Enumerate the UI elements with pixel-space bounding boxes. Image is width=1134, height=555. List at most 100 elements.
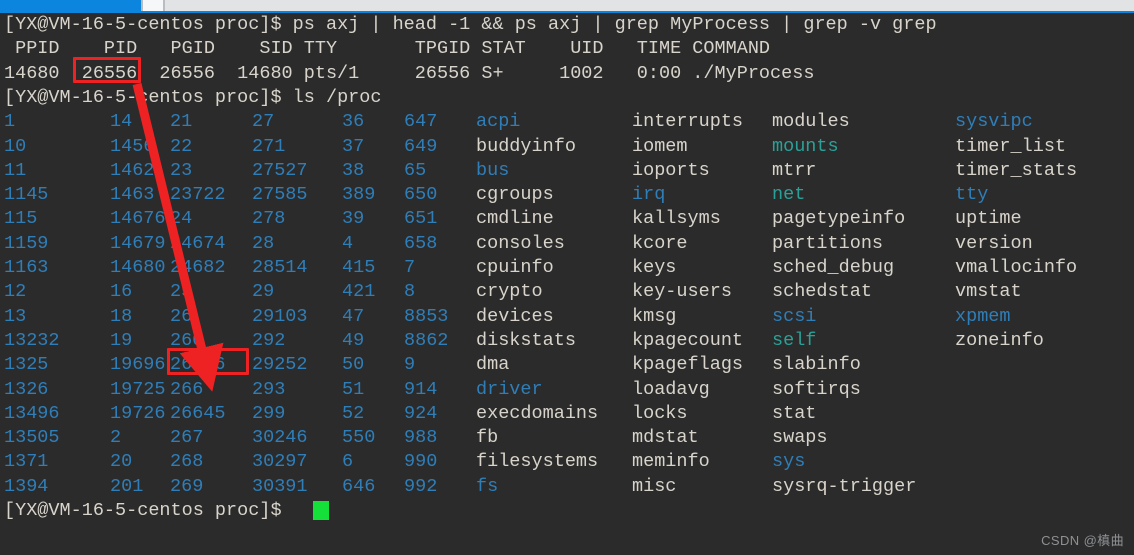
proc-entry[interactable]: sysvipc [955,110,1033,134]
proc-entry[interactable]: fb [476,426,498,450]
proc-entry[interactable]: 30297 [252,450,308,474]
proc-entry[interactable]: locks [632,402,688,426]
proc-entry[interactable]: crypto [476,280,543,304]
proc-entry[interactable]: 647 [404,110,437,134]
proc-entry[interactable]: 29 [252,280,274,304]
proc-entry[interactable]: kcore [632,232,688,256]
proc-entry[interactable]: net [772,183,805,207]
proc-entry[interactable]: 914 [404,378,437,402]
proc-entry[interactable]: mounts [772,135,839,159]
proc-entry[interactable]: 1325 [4,353,48,377]
proc-entry[interactable]: timer_stats [955,159,1077,183]
proc-entry[interactable]: 992 [404,475,437,499]
proc-entry[interactable]: 6 [342,450,353,474]
proc-entry[interactable]: kallsyms [632,207,721,231]
proc-entry[interactable]: 278 [252,207,285,231]
proc-entry[interactable]: 389 [342,183,375,207]
proc-entry[interactable]: 19696 [110,353,166,377]
proc-entry[interactable]: misc [632,475,676,499]
proc-entry[interactable]: 269 [170,475,203,499]
proc-entry[interactable]: self [772,329,816,353]
proc-entry[interactable]: 23 [170,159,192,183]
proc-entry[interactable]: 26645 [170,402,226,426]
proc-entry[interactable]: 293 [252,378,285,402]
proc-entry[interactable]: cgroups [476,183,554,207]
proc-entry[interactable]: 13 [4,305,26,329]
proc-entry[interactable]: 29103 [252,305,308,329]
proc-entry[interactable]: 1462 [110,159,154,183]
proc-entry[interactable]: meminfo [632,450,710,474]
active-tab-indicator[interactable] [0,0,141,11]
proc-entry[interactable]: mdstat [632,426,699,450]
proc-entry[interactable]: 421 [342,280,375,304]
proc-entry[interactable]: schedstat [772,280,872,304]
proc-entry[interactable]: ioports [632,159,710,183]
proc-entry[interactable]: 26556 [170,353,226,377]
proc-entry[interactable]: slabinfo [772,353,861,377]
proc-entry[interactable]: 38 [342,159,364,183]
proc-entry[interactable]: zoneinfo [955,329,1044,353]
proc-entry[interactable]: 24682 [170,256,226,280]
tab-strip-empty-area[interactable] [165,0,1134,11]
proc-entry[interactable]: 2 [110,426,121,450]
proc-entry[interactable]: 8853 [404,305,448,329]
proc-entry[interactable]: 7 [404,256,415,280]
inactive-tab[interactable] [143,0,163,11]
proc-entry[interactable]: 650 [404,183,437,207]
terminal-output[interactable]: [YX@VM-16-5-centos proc]$ ps axj | head … [0,13,1134,555]
proc-entry[interactable]: 14680 [110,256,166,280]
proc-entry[interactable]: 65 [404,159,426,183]
proc-entry[interactable]: modules [772,110,850,134]
proc-entry[interactable]: 18 [110,305,132,329]
proc-entry[interactable]: 14679 [110,232,166,256]
proc-entry[interactable]: 8862 [404,329,448,353]
proc-entry[interactable]: 1463 [110,183,154,207]
proc-entry[interactable]: cpuinfo [476,256,554,280]
proc-entry[interactable]: 51 [342,378,364,402]
proc-entry[interactable]: 1326 [4,378,48,402]
proc-entry[interactable]: 19 [110,329,132,353]
proc-entry[interactable]: 115 [4,207,37,231]
proc-entry[interactable]: 268 [170,450,203,474]
proc-entry[interactable]: 13232 [4,329,60,353]
proc-entry[interactable]: 16 [110,280,132,304]
proc-entry[interactable]: 36 [342,110,364,134]
proc-entry[interactable]: sys [772,450,805,474]
proc-entry[interactable]: pagetypeinfo [772,207,905,231]
proc-entry[interactable]: 39 [342,207,364,231]
proc-entry[interactable]: loadavg [632,378,710,402]
proc-entry[interactable]: bus [476,159,509,183]
proc-entry[interactable]: 19726 [110,402,166,426]
proc-entry[interactable]: sched_debug [772,256,894,280]
proc-entry[interactable]: 550 [342,426,375,450]
proc-entry[interactable]: scsi [772,305,816,329]
proc-entry[interactable]: 27585 [252,183,308,207]
proc-entry[interactable]: 8 [404,280,415,304]
proc-entry[interactable]: 271 [252,135,285,159]
proc-entry[interactable]: 52 [342,402,364,426]
proc-entry[interactable]: 19725 [110,378,166,402]
proc-entry[interactable]: softirqs [772,378,861,402]
proc-entry[interactable]: 266 [170,378,203,402]
proc-entry[interactable]: 23722 [170,183,226,207]
proc-entry[interactable]: filesystems [476,450,598,474]
proc-entry[interactable]: 37 [342,135,364,159]
proc-entry[interactable]: 990 [404,450,437,474]
proc-entry[interactable]: 47 [342,305,364,329]
proc-entry[interactable]: 9 [404,353,415,377]
proc-entry[interactable]: 292 [252,329,285,353]
proc-entry[interactable]: 49 [342,329,364,353]
proc-entry[interactable]: kmsg [632,305,676,329]
proc-entry[interactable]: execdomains [476,402,598,426]
proc-entry[interactable]: 30391 [252,475,308,499]
proc-entry[interactable]: 29252 [252,353,308,377]
proc-entry[interactable]: 299 [252,402,285,426]
proc-entry[interactable]: 28 [252,232,274,256]
proc-entry[interactable]: partitions [772,232,883,256]
proc-entry[interactable]: 21 [170,110,192,134]
proc-entry[interactable]: 1456 [110,135,154,159]
proc-entry[interactable]: 267 [170,426,203,450]
proc-entry[interactable]: 27 [252,110,274,134]
proc-entry[interactable]: 26 [170,305,192,329]
proc-entry[interactable]: 649 [404,135,437,159]
